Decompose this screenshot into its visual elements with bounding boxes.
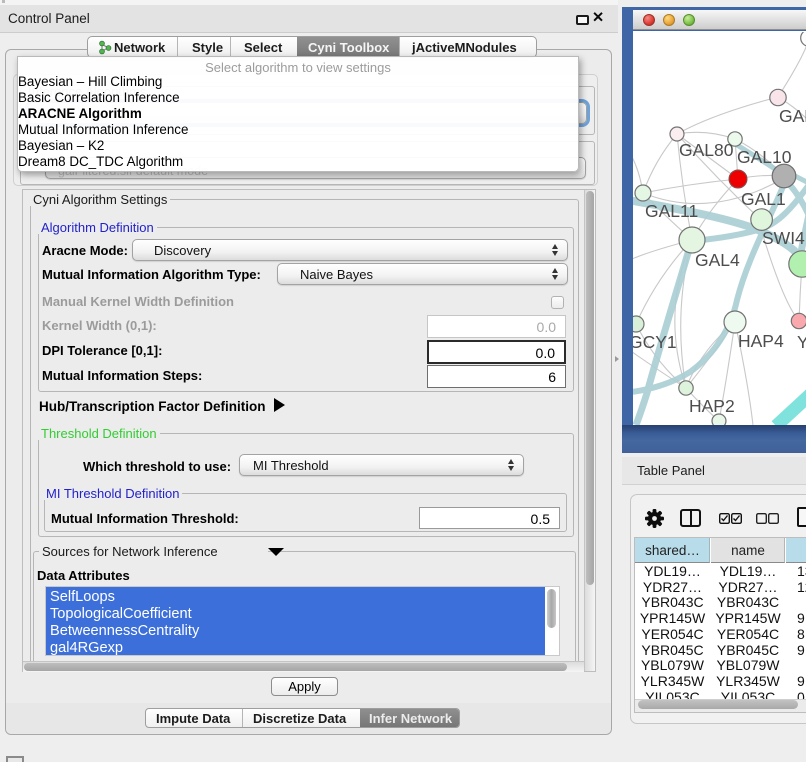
svg-text:YE: YE — [797, 332, 806, 352]
svg-text:GAL80: GAL80 — [679, 140, 734, 160]
svg-text:SWI4: SWI4 — [762, 228, 805, 248]
svg-text:GAL11: GAL11 — [645, 201, 698, 221]
svg-text:HAP4: HAP4 — [738, 331, 784, 351]
svg-text:GAL10: GAL10 — [737, 147, 792, 167]
svg-text:GCY1: GCY1 — [633, 332, 677, 352]
svg-text:HAP2: HAP2 — [689, 396, 735, 416]
svg-text:GAL1: GAL1 — [741, 189, 786, 209]
svg-text:GAL4: GAL4 — [695, 250, 740, 270]
svg-text:GAL7: GAL7 — [779, 106, 806, 126]
